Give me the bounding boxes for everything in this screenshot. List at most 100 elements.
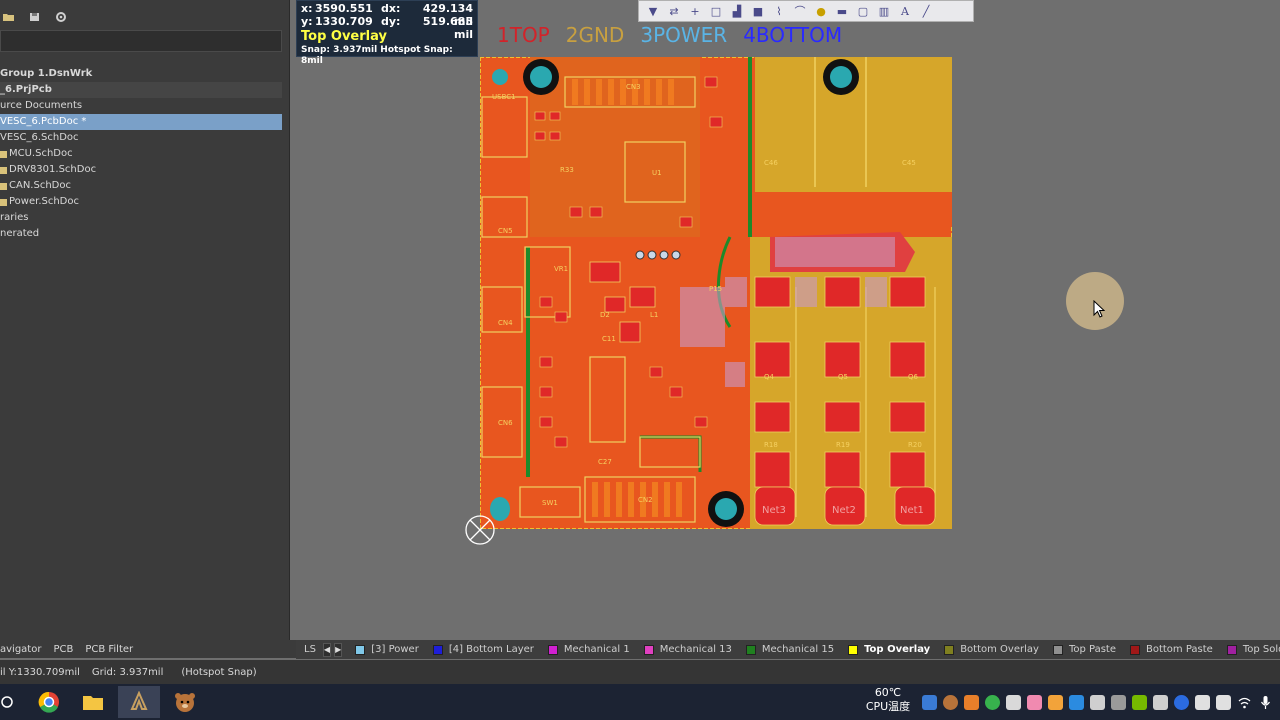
- layer-tab[interactable]: Top Paste: [1046, 640, 1123, 659]
- wifi-icon[interactable]: [1237, 695, 1252, 710]
- tray-app-icon[interactable]: [1048, 694, 1063, 710]
- silkscreen-label: CN5: [498, 227, 513, 235]
- line-icon[interactable]: ╱: [918, 3, 934, 19]
- tray-app-icon[interactable]: [1090, 694, 1105, 710]
- silkscreen-label: C46: [764, 159, 778, 167]
- tray-bear-icon[interactable]: [943, 694, 958, 710]
- altium-designer-icon[interactable]: [118, 686, 160, 718]
- document-icon: [0, 198, 7, 206]
- rect-icon[interactable]: □: [708, 3, 724, 19]
- panel-search-input[interactable]: [0, 30, 282, 52]
- filter-icon[interactable]: ▼: [645, 3, 661, 19]
- cpu-temp-label: CPU温度: [865, 700, 911, 713]
- region-icon[interactable]: ▢: [855, 3, 871, 19]
- fill-icon[interactable]: ▬: [834, 3, 850, 19]
- altium-window: Group 1.DsnWrk _6.PrjPcburce Documents VES…: [0, 0, 1280, 720]
- tree-item[interactable]: urce Documents: [0, 98, 282, 114]
- bluetooth-icon[interactable]: [1174, 694, 1189, 710]
- tree-item-label: raries: [0, 212, 29, 223]
- pin-icon[interactable]: ●: [813, 3, 829, 19]
- silkscreen-label: R20: [908, 441, 922, 449]
- pcb-board[interactable]: USBC1 CN3 U1 C46 C45 R33 CN5 CN4 CN6 VR1 L1 P15 D2 C1…: [479, 56, 953, 530]
- heads-up-display: x: 3590.551 dx: 429.134 mil y: 1330.709 …: [296, 0, 478, 66]
- tray-app-icon[interactable]: [964, 694, 979, 710]
- layer-tab[interactable]: [3] Power: [348, 640, 426, 659]
- tree-item-label: VESC_6.SchDoc: [0, 132, 79, 143]
- tree-item-label: DRV8301.SchDoc: [9, 164, 97, 175]
- tree-item-label: urce Documents: [0, 100, 83, 111]
- microphone-icon[interactable]: [1258, 695, 1273, 710]
- tray-app-icon[interactable]: [922, 694, 937, 710]
- tray-app-icon[interactable]: [1006, 694, 1021, 710]
- tree-item[interactable]: raries: [0, 210, 282, 226]
- current-layer-name: Top Overlay: [301, 29, 387, 44]
- bear-app-icon[interactable]: [164, 686, 206, 718]
- layer-color-swatch: [745, 644, 756, 655]
- file-explorer-icon[interactable]: [72, 686, 114, 718]
- tray-app-icon[interactable]: [1195, 694, 1210, 710]
- tray-app-icon[interactable]: [1111, 694, 1126, 710]
- layer-color-swatch: [432, 644, 443, 655]
- nvidia-icon[interactable]: [1132, 694, 1147, 710]
- layer-color-swatch: [355, 644, 366, 655]
- save-project-icon[interactable]: [28, 8, 42, 21]
- x-label: x:: [301, 2, 313, 15]
- layer-tab[interactable]: Mechanical 13: [637, 640, 739, 659]
- tab-pcb[interactable]: PCB: [53, 644, 73, 655]
- tree-item-label: _6.PrjPcb: [0, 84, 52, 95]
- layer-next-button[interactable]: ▶: [334, 642, 343, 657]
- plus-icon[interactable]: +: [687, 3, 703, 19]
- layer-color-swatch: [1129, 644, 1140, 655]
- layer-tab[interactable]: Top Overlay: [841, 640, 937, 659]
- silkscreen-label: L1: [650, 311, 658, 319]
- place-icon[interactable]: ▟: [729, 3, 745, 19]
- tray-app-icon[interactable]: [1216, 694, 1231, 710]
- tree-item[interactable]: VESC_6.PcbDoc *: [0, 114, 282, 130]
- tree-item[interactable]: DRV8301.SchDoc: [0, 162, 282, 178]
- layer-tab-label: Top Overlay: [864, 644, 931, 655]
- silkscreen-label: P15: [709, 285, 722, 293]
- tree-item[interactable]: VESC_6.SchDoc: [0, 130, 282, 146]
- tree-item[interactable]: CAN.SchDoc: [0, 178, 282, 194]
- tray-app-icon[interactable]: [1027, 694, 1042, 710]
- open-folder-icon[interactable]: [2, 8, 16, 21]
- tree-item[interactable]: nerated: [0, 226, 282, 242]
- layer-tab[interactable]: Bottom Paste: [1123, 640, 1220, 659]
- layer-tab-label: Mechanical 13: [659, 644, 732, 655]
- text-icon[interactable]: A: [897, 3, 913, 19]
- tree-item[interactable]: _6.PrjPcb: [0, 82, 282, 98]
- track-icon[interactable]: ⌇: [771, 3, 787, 19]
- gear-icon[interactable]: [54, 8, 68, 22]
- layer-tab[interactable]: Mechanical 1: [541, 640, 637, 659]
- layer-color-swatch: [1052, 644, 1063, 655]
- cpu-temp-value: 60℃: [874, 686, 902, 699]
- tab-pcb-filter[interactable]: PCB Filter: [85, 644, 133, 655]
- tray-app-icon[interactable]: [1153, 694, 1168, 710]
- layer-prev-button[interactable]: ◀: [322, 642, 332, 657]
- layer-tab[interactable]: [4] Bottom Layer: [426, 640, 541, 659]
- chart-icon[interactable]: ▥: [876, 3, 892, 19]
- arc-icon[interactable]: ⌒: [792, 3, 808, 19]
- layer-tab[interactable]: Mechanical 15: [739, 640, 841, 659]
- tray-app-icon[interactable]: [985, 694, 1000, 710]
- layer-tab[interactable]: Bottom Overlay: [937, 640, 1046, 659]
- silkscreen-label: Q6: [908, 373, 919, 381]
- document-icon: [0, 150, 7, 158]
- silkscreen-label: C27: [598, 458, 612, 466]
- route-icon[interactable]: ⇄: [666, 3, 682, 19]
- cpu-temperature[interactable]: 60℃ CPU温度: [860, 686, 916, 714]
- tree-item[interactable]: Power.SchDoc: [0, 194, 282, 210]
- tree-item[interactable]: MCU.SchDoc: [0, 146, 282, 162]
- tree-item[interactable]: Group 1.DsnWrk: [0, 66, 282, 82]
- tab-navigator[interactable]: avigator: [0, 644, 41, 655]
- layer-tab-label: Mechanical 1: [563, 644, 630, 655]
- layer-tab-label: Bottom Paste: [1145, 644, 1213, 655]
- search-icon[interactable]: [0, 686, 28, 718]
- silkscreen-label: R33: [560, 166, 574, 174]
- chrome-icon[interactable]: [28, 686, 70, 718]
- layer-set-label[interactable]: LS: [304, 644, 316, 655]
- tray-app-icon[interactable]: [1069, 694, 1084, 710]
- component-icon[interactable]: ■: [750, 3, 766, 19]
- layer-tab[interactable]: Top Solder: [1220, 640, 1280, 659]
- dx-label: dx:: [381, 2, 401, 15]
